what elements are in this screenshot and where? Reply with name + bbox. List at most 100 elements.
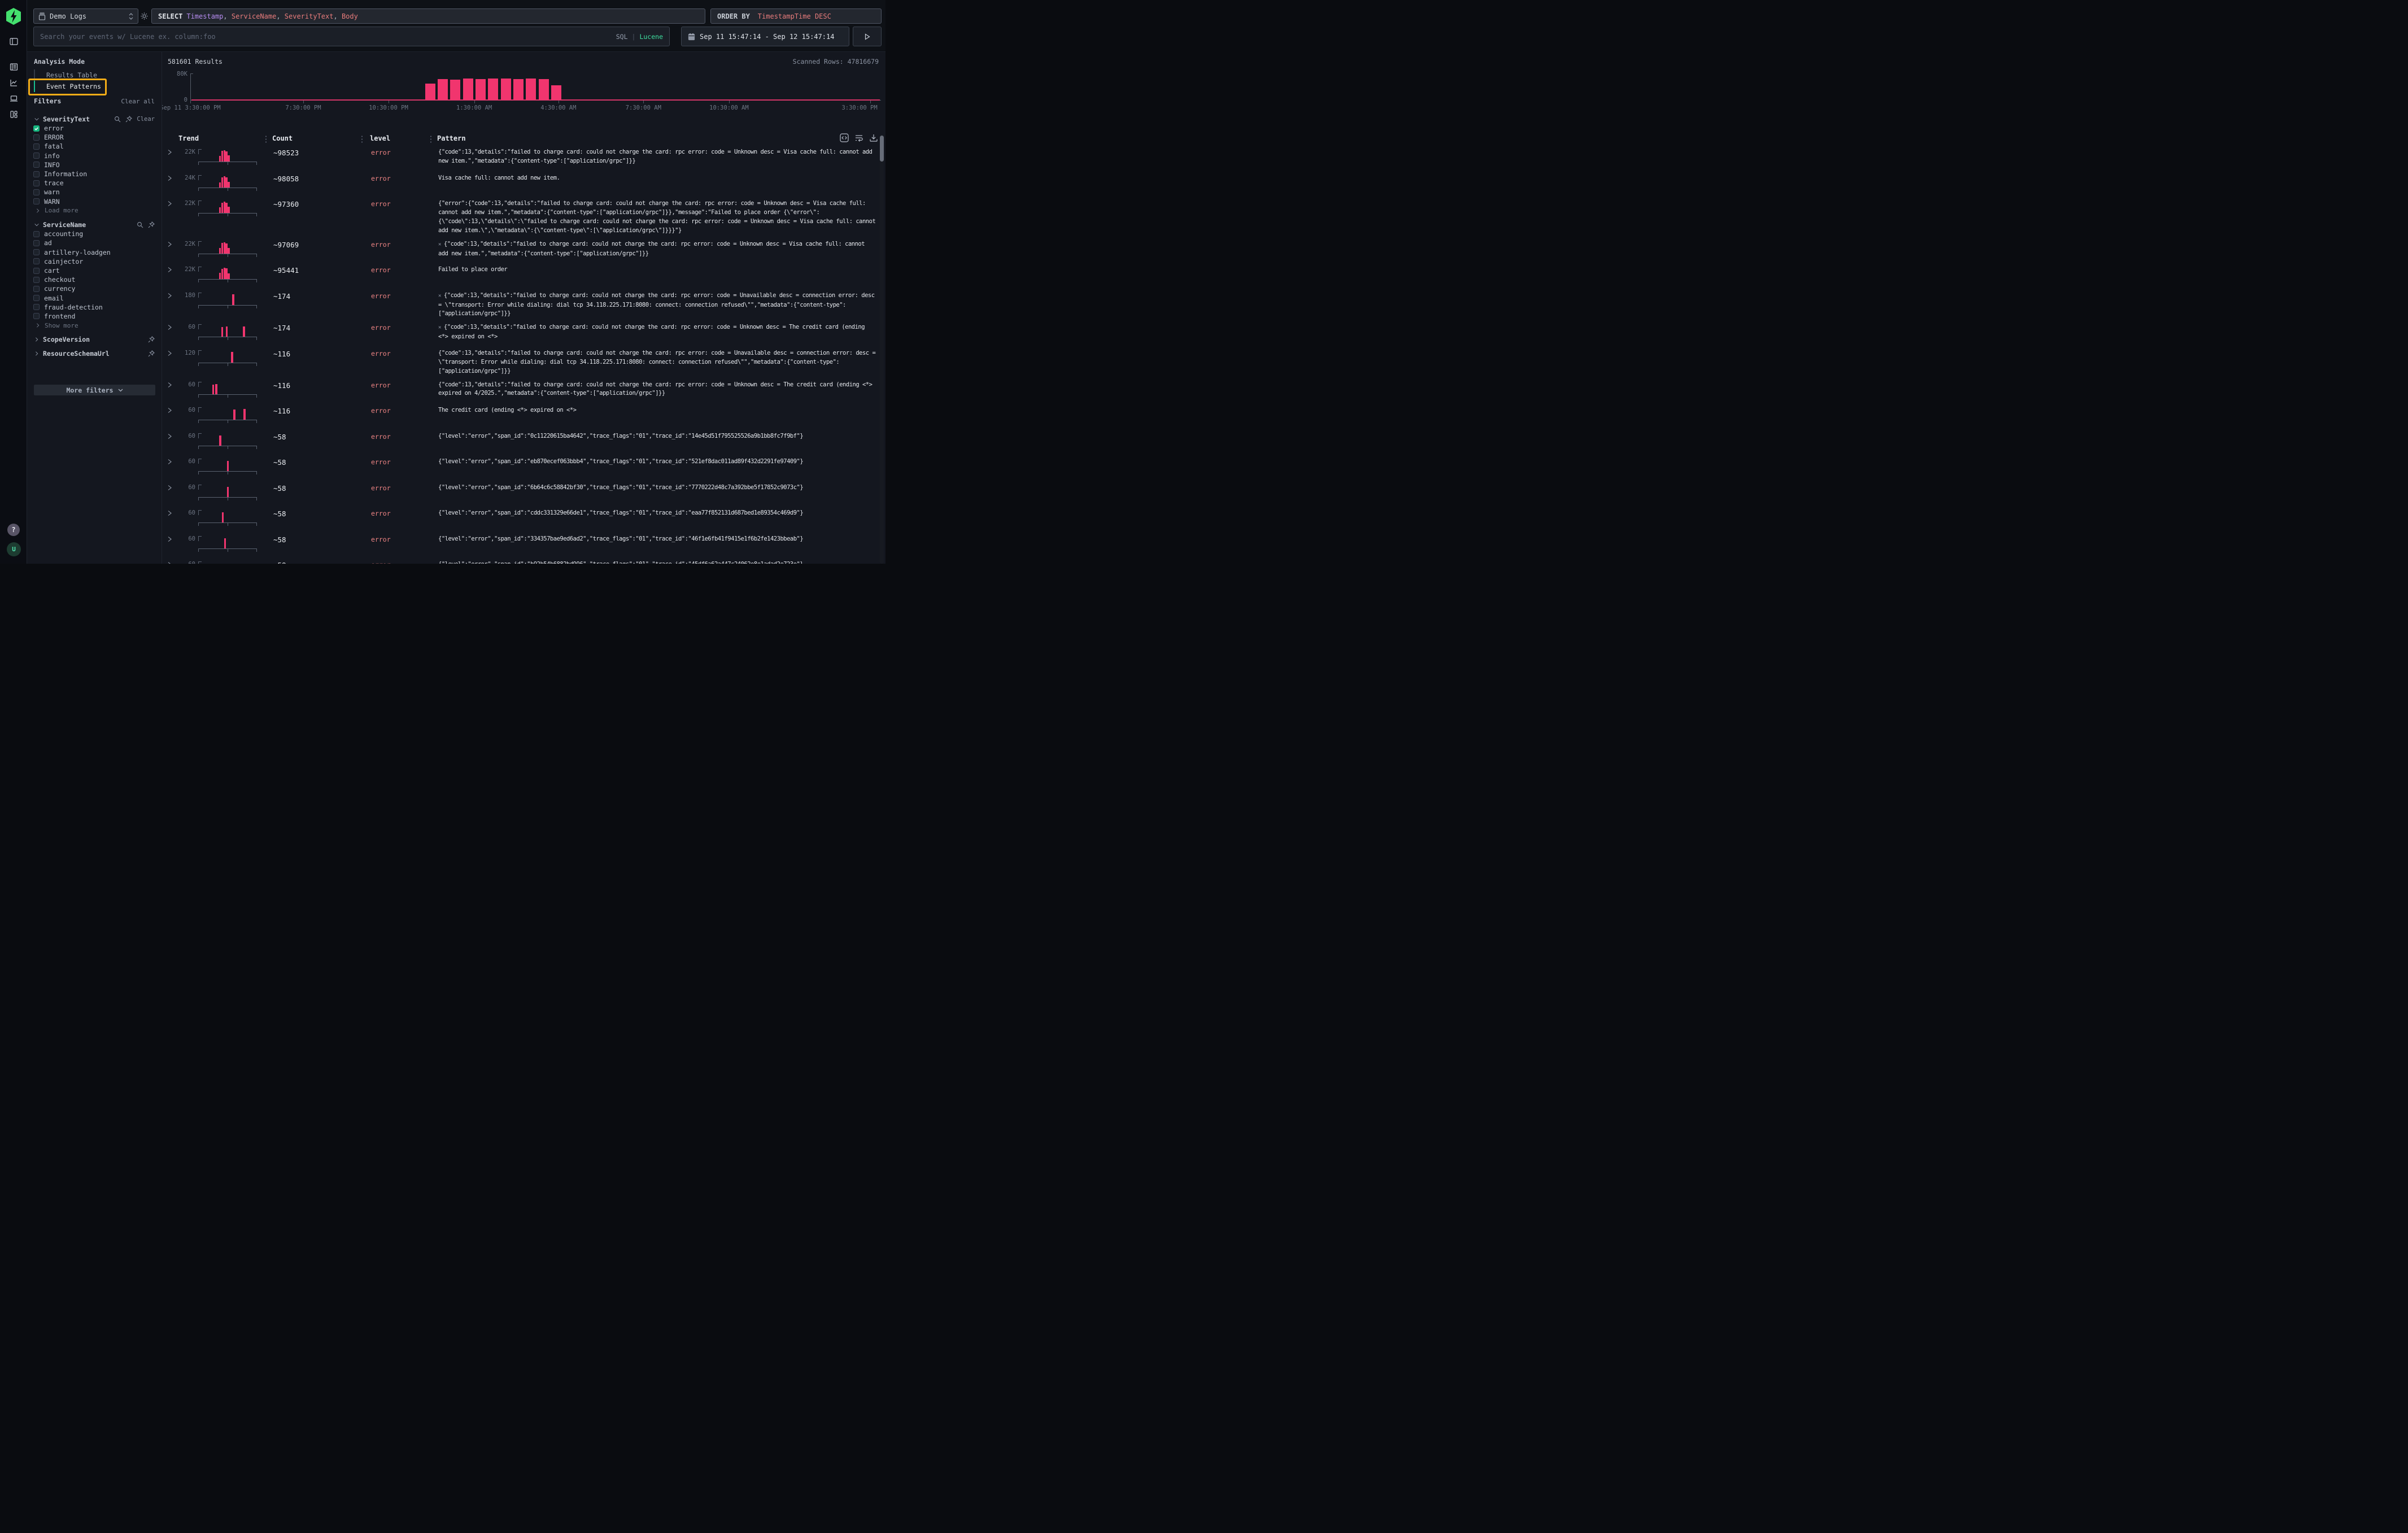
filter-option-cart[interactable]: cart: [27, 266, 162, 275]
filter-option-email[interactable]: email: [27, 294, 162, 303]
download-icon[interactable]: [869, 133, 878, 142]
dismissed-x-icon[interactable]: ✕: [438, 325, 441, 330]
search-icon[interactable]: [114, 116, 121, 123]
checkbox-unchecked[interactable]: [33, 143, 40, 150]
checkbox-unchecked[interactable]: [33, 153, 40, 159]
filter-load-more[interactable]: Load more: [27, 206, 162, 216]
filter-option-trace[interactable]: trace: [27, 178, 162, 188]
row-expand-chevron-icon[interactable]: [167, 289, 177, 299]
chevron-down-icon[interactable]: [34, 222, 40, 228]
filter-option-fraud-detection[interactable]: fraud-detection: [27, 303, 162, 312]
filter-option-info[interactable]: info: [27, 151, 162, 160]
filter-option-info[interactable]: INFO: [27, 160, 162, 169]
filter-option-artillery-loadgen[interactable]: artillery-loadgen: [27, 248, 162, 257]
col-count[interactable]: Count: [272, 134, 293, 142]
row-expand-chevron-icon[interactable]: [167, 172, 177, 181]
scrollbar-thumb[interactable]: [880, 136, 884, 162]
pin-icon[interactable]: [148, 350, 155, 357]
row-expand-chevron-icon[interactable]: [167, 455, 177, 465]
view-code-icon[interactable]: [840, 133, 849, 142]
checkbox-unchecked[interactable]: [33, 231, 40, 237]
checkbox-unchecked[interactable]: [33, 171, 40, 177]
chart-explorer-icon[interactable]: [10, 79, 18, 87]
filter-group-name[interactable]: ResourceSchemaUrl: [43, 350, 110, 358]
dismissed-x-icon[interactable]: ✕: [438, 242, 441, 247]
checkbox-unchecked[interactable]: [33, 198, 40, 204]
row-expand-chevron-icon[interactable]: [167, 558, 177, 564]
search-input[interactable]: Search your events w/ Lucene ex. column:…: [33, 27, 670, 46]
search-icon[interactable]: [137, 221, 143, 228]
checkbox-unchecked[interactable]: [33, 189, 40, 195]
row-expand-chevron-icon[interactable]: [167, 197, 177, 207]
checkbox-unchecked[interactable]: [33, 268, 40, 274]
filter-option-information[interactable]: Information: [27, 169, 162, 178]
select-clause-input[interactable]: SELECT Timestamp, ServiceName, SeverityT…: [151, 8, 705, 24]
chevron-right-icon[interactable]: [34, 351, 40, 356]
row-expand-chevron-icon[interactable]: [167, 347, 177, 356]
row-expand-chevron-icon[interactable]: [167, 507, 177, 516]
checkbox-unchecked[interactable]: [33, 258, 40, 264]
checkbox-unchecked[interactable]: [33, 295, 40, 301]
col-pattern[interactable]: Pattern: [437, 134, 466, 142]
filter-option-fatal[interactable]: fatal: [27, 142, 162, 151]
filter-show-more[interactable]: Show more: [27, 321, 162, 330]
row-expand-chevron-icon[interactable]: [167, 481, 177, 491]
filter-option-frontend[interactable]: frontend: [27, 312, 162, 321]
clear-filter-button[interactable]: Clear: [137, 116, 155, 123]
row-expand-chevron-icon[interactable]: [167, 533, 177, 542]
checkbox-unchecked[interactable]: [33, 240, 40, 246]
row-expand-chevron-icon[interactable]: [167, 430, 177, 439]
wrap-text-icon[interactable]: [854, 133, 863, 142]
filter-group-name[interactable]: ServiceName: [43, 221, 86, 229]
source-select[interactable]: Demo Logs: [33, 8, 138, 24]
checkbox-unchecked[interactable]: [33, 162, 40, 168]
chevron-down-icon[interactable]: [34, 116, 40, 122]
row-expand-chevron-icon[interactable]: [167, 146, 177, 155]
filter-option-warn[interactable]: WARN: [27, 197, 162, 206]
filter-option-error[interactable]: ERROR: [27, 133, 162, 142]
checkbox-unchecked[interactable]: [33, 134, 40, 141]
checkbox-unchecked[interactable]: [33, 249, 40, 255]
source-settings-gear-icon[interactable]: [140, 12, 149, 20]
help-button[interactable]: ?: [7, 524, 20, 536]
clear-all-filters-button[interactable]: Clear all: [121, 98, 155, 105]
checkbox-unchecked[interactable]: [33, 277, 40, 283]
filter-option-currency[interactable]: currency: [27, 284, 162, 293]
order-by-input[interactable]: ORDER BY TimestampTime DESC: [710, 8, 882, 24]
row-expand-chevron-icon[interactable]: [167, 321, 177, 330]
dashboards-icon[interactable]: [10, 110, 18, 119]
pin-icon[interactable]: [125, 116, 132, 123]
search-logs-icon[interactable]: [10, 63, 18, 71]
checkbox-unchecked[interactable]: [33, 286, 40, 292]
filter-group-name[interactable]: SeverityText: [43, 115, 90, 123]
row-expand-chevron-icon[interactable]: [167, 263, 177, 273]
user-avatar[interactable]: U: [7, 542, 21, 556]
checkbox-checked[interactable]: [33, 125, 40, 132]
col-resize-handle[interactable]: [265, 135, 267, 143]
sidebar-toggle-icon[interactable]: [10, 37, 18, 46]
filter-option-accounting[interactable]: accounting: [27, 229, 162, 238]
col-resize-handle[interactable]: [430, 135, 431, 143]
scrollbar-track[interactable]: [880, 134, 884, 564]
mode-item-event-patterns[interactable]: Event Patterns: [35, 81, 101, 92]
pin-icon[interactable]: [148, 221, 155, 228]
filter-option-checkout[interactable]: checkout: [27, 275, 162, 284]
mode-item-results-table[interactable]: Results Table: [35, 69, 101, 81]
row-expand-chevron-icon[interactable]: [167, 378, 177, 388]
row-expand-chevron-icon[interactable]: [167, 404, 177, 413]
date-range-picker[interactable]: Sep 11 15:47:14 - Sep 12 15:47:14: [681, 27, 849, 46]
mode-lucene[interactable]: Lucene: [639, 33, 663, 41]
filter-option-cainjector[interactable]: cainjector: [27, 257, 162, 266]
row-expand-chevron-icon[interactable]: [167, 238, 177, 247]
filter-option-ad[interactable]: ad: [27, 238, 162, 247]
col-trend[interactable]: Trend: [178, 134, 199, 142]
pin-icon[interactable]: [148, 336, 155, 343]
checkbox-unchecked[interactable]: [33, 304, 40, 310]
sessions-icon[interactable]: [10, 94, 18, 103]
more-filters-button[interactable]: More filters: [34, 385, 155, 395]
filter-group-name[interactable]: ScopeVersion: [43, 336, 90, 343]
mode-sql[interactable]: SQL: [616, 33, 628, 41]
checkbox-unchecked[interactable]: [33, 313, 40, 319]
filter-option-warn[interactable]: warn: [27, 188, 162, 197]
filter-option-error[interactable]: error: [27, 124, 162, 133]
